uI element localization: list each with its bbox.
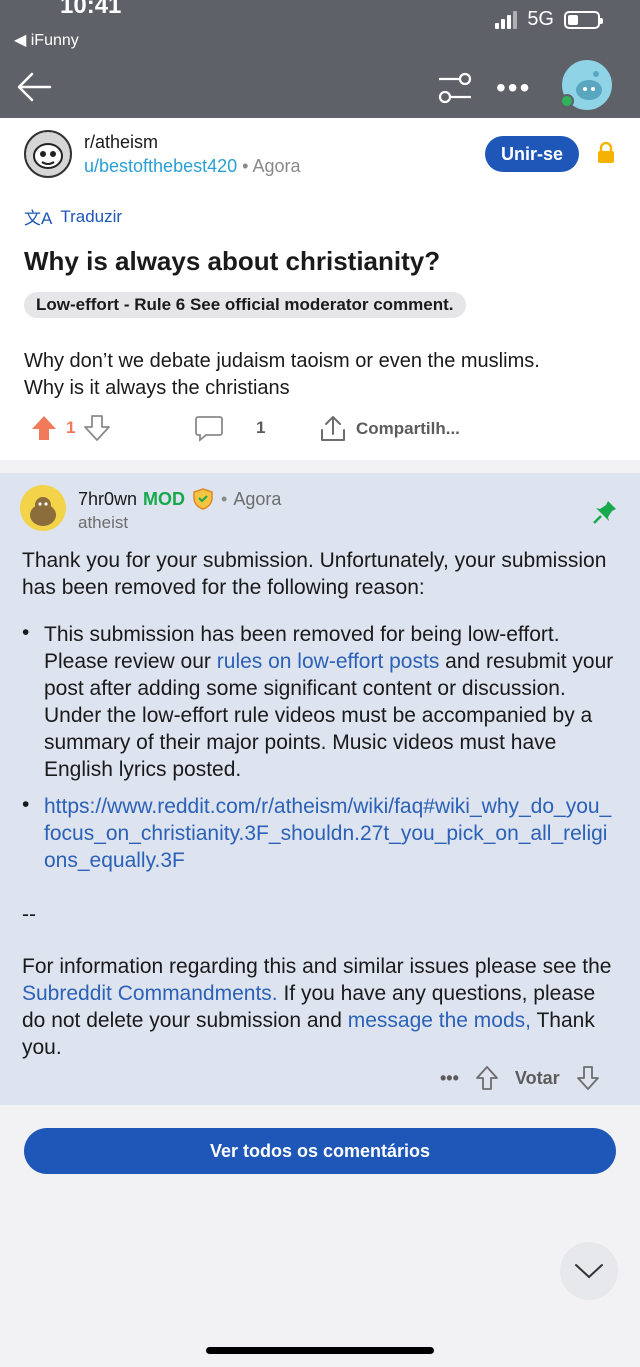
user-avatar[interactable] [560,60,612,110]
message-mods-link[interactable]: message the mods, [348,1009,531,1032]
subreddit-avatar[interactable] [24,130,72,178]
commenter-avatar[interactable] [20,485,66,531]
comment-bubble-icon [195,416,223,442]
back-arrow-icon[interactable] [14,66,56,108]
battery-icon [564,10,603,29]
comment-more-icon[interactable]: ••• [440,1068,459,1089]
comment-outro: For information regarding this and simil… [22,953,622,1061]
user-flair: atheist [78,513,129,532]
upvote-icon[interactable] [30,414,58,442]
lock-icon [598,142,614,163]
mod-shield-icon [193,488,213,510]
post-body: Why don’t we debate judaism taoism or ev… [24,350,540,399]
top-bar: 10:41 ◀ iFunny 5G ••• [0,0,640,118]
share-label: Compartilh... [356,419,460,438]
vote-group: 1 [30,414,111,442]
scroll-down-button[interactable] [560,1242,618,1300]
share-icon [321,416,345,441]
status-indicators: 5G [495,8,603,31]
mod-comment: 7hr0wn MOD • Agora atheist Thank you for… [0,473,640,1105]
translate-icon: 文A [24,209,53,228]
translate-label: Traduzir [60,206,123,226]
chevron-down-icon [575,1264,603,1279]
online-indicator [560,94,574,108]
post-meta: u/bestofthebest420 • Agora [84,156,301,177]
post-actions: 1 1 Compartilh... [30,414,620,446]
snoo-avatar-icon [30,497,56,526]
subreddit-name[interactable]: r/atheism [84,132,158,153]
post-author[interactable]: u/bestofthebest420 [84,156,237,176]
comment-time: Agora [233,488,282,509]
comment-intro: Thank you for your submission. Unfortuna… [22,549,607,599]
comment-bullet-2: https://www.reddit.com/r/atheism/wiki/fa… [44,793,614,874]
post-flair[interactable]: Low-effort - Rule 6 See official moderat… [24,292,466,318]
post-title: Why is always about christianity? [24,246,441,276]
join-button[interactable]: Unir-se [485,136,579,172]
comments-button[interactable]: 1 [194,414,265,442]
meta-separator: • [221,488,228,509]
view-all-comments-button[interactable]: Ver todos os comentários [24,1128,616,1174]
separator-line: -- [22,903,36,926]
meta-separator: • [242,156,249,176]
mod-badge: MOD [143,488,186,509]
downvote-icon[interactable] [83,414,111,442]
network-label: 5G [527,8,554,30]
comment-upvote-icon[interactable] [475,1065,499,1091]
comment-bullet-1: This submission has been removed for bei… [44,621,622,783]
home-indicator[interactable] [206,1347,434,1354]
comment-downvote-icon[interactable] [576,1065,600,1091]
status-time: 10:41 [60,0,122,19]
signal-icon [495,10,518,29]
upvote-count: 1 [66,418,76,437]
translate-button[interactable]: 文A Traduzir [24,204,122,229]
pin-icon [593,501,616,524]
subreddit-logo-icon [33,143,63,169]
more-options-icon[interactable]: ••• [496,72,531,104]
comment-count: 1 [256,418,266,437]
commandments-link[interactable]: Subreddit Commandments. [22,982,278,1005]
back-to-app-link[interactable]: ◀ iFunny [14,30,79,50]
comment-meta: 7hr0wn MOD • Agora [78,487,281,511]
outro-text: For information regarding this and simil… [22,955,612,978]
post-card: r/atheism u/bestofthebest420 • Agora Uni… [0,118,640,460]
share-button[interactable]: Compartilh... [318,414,460,444]
rules-link[interactable]: rules on low-effort posts [217,650,440,673]
vote-label: Votar [514,1067,560,1088]
bullet-marker: • [22,793,30,816]
comment-actions: ••• Votar [440,1065,600,1091]
comment-author[interactable]: 7hr0wn [78,489,137,510]
post-time: Agora [252,156,301,176]
wiki-faq-link[interactable]: https://www.reddit.com/r/atheism/wiki/fa… [44,795,611,872]
bullet-marker: • [22,621,30,644]
filter-icon[interactable] [435,70,475,106]
